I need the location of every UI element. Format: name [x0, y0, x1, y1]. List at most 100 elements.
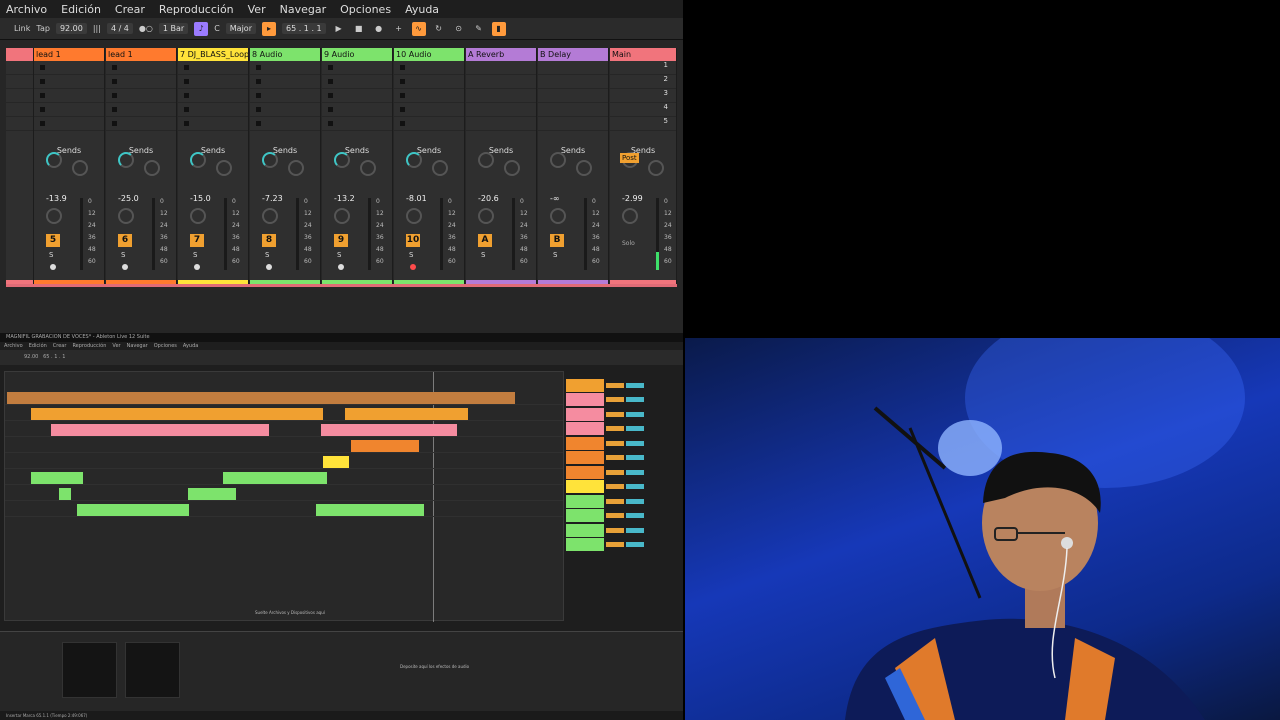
clip-stop-icon[interactable] [40, 107, 45, 112]
clip-stop-icon[interactable] [184, 121, 189, 126]
clip-slot[interactable]: 3 [610, 89, 676, 103]
pan-knob[interactable] [478, 208, 494, 224]
clip-slot[interactable] [106, 75, 176, 89]
volume-slider[interactable] [606, 411, 624, 417]
daw-tempo[interactable]: 92.00 [24, 354, 38, 360]
clip-stop-icon[interactable] [256, 107, 261, 112]
track-activator-button[interactable]: A [478, 234, 492, 247]
scale-select[interactable]: Major [225, 23, 256, 34]
clip-stop-icon[interactable] [40, 65, 45, 70]
track-name-chip[interactable] [566, 523, 604, 537]
volume-readout[interactable]: -20.6 [478, 194, 499, 203]
send-b-knob[interactable] [144, 160, 160, 176]
clip-slot[interactable]: 4 [610, 103, 676, 117]
volume-slider[interactable] [606, 455, 624, 461]
clip-stop-icon[interactable] [112, 93, 117, 98]
track-header[interactable]: lead 1 [106, 48, 176, 61]
clip-slot[interactable] [538, 103, 608, 117]
clip-stop-icon[interactable] [112, 79, 117, 84]
send-a-knob[interactable] [262, 152, 278, 168]
clip-slot[interactable] [178, 89, 248, 103]
time-signature[interactable]: 4 / 4 [106, 23, 133, 34]
clip-slot[interactable] [6, 89, 33, 103]
volume-slider[interactable] [606, 397, 624, 403]
daw-menu-item[interactable]: Edición [29, 342, 47, 350]
pan-slider[interactable] [626, 440, 644, 446]
track-activator-button[interactable]: 6 [118, 234, 132, 247]
track-header[interactable]: B Delay [538, 48, 608, 61]
send-a-knob[interactable] [478, 152, 494, 168]
daw-menu-item[interactable]: Archivo [4, 342, 23, 350]
clip-slot[interactable]: 5 [610, 117, 676, 131]
clip-stop-icon[interactable] [400, 79, 405, 84]
key-select[interactable]: C [214, 24, 220, 33]
menu-archivo[interactable]: Archivo [6, 3, 47, 16]
menu-reproduccion[interactable]: Reproducción [159, 3, 234, 16]
scene-number[interactable]: 2 [664, 75, 668, 83]
track-header[interactable]: 9 Audio [322, 48, 392, 61]
clip-stop-icon[interactable] [400, 121, 405, 126]
clip-slot[interactable] [34, 103, 104, 117]
send-b-knob[interactable] [576, 160, 592, 176]
pan-slider[interactable] [626, 527, 644, 533]
send-a-knob[interactable] [46, 152, 62, 168]
daw-menu-item[interactable]: Ayuda [183, 342, 198, 350]
arrangement-clip[interactable] [351, 440, 419, 452]
clip-slot[interactable] [34, 117, 104, 131]
song-position[interactable]: 65 . 1 . 1 [282, 23, 326, 34]
scene-number[interactable]: 5 [664, 117, 668, 125]
track-name-chip[interactable] [566, 451, 604, 465]
pan-slider[interactable] [626, 426, 644, 432]
solo-button[interactable]: S [553, 251, 557, 259]
clip-slot[interactable] [34, 89, 104, 103]
arrangement-clip[interactable] [316, 504, 424, 516]
arrangement-clip[interactable] [31, 472, 83, 484]
clip-slot[interactable] [322, 75, 392, 89]
menu-ayuda[interactable]: Ayuda [405, 3, 439, 16]
pan-slider[interactable] [626, 455, 644, 461]
clip-slot[interactable] [6, 61, 33, 75]
pan-slider[interactable] [626, 484, 644, 490]
follow-icon[interactable]: ▸ [262, 21, 276, 36]
clip-stop-icon[interactable] [328, 65, 333, 70]
track-header[interactable]: 8 Audio [250, 48, 320, 61]
daw-position[interactable]: 65 . 1 . 1 [43, 354, 65, 360]
loop-icon[interactable]: ↻ [432, 22, 446, 36]
clip-slot[interactable] [178, 117, 248, 131]
clip-slot[interactable] [394, 103, 464, 117]
arrangement-clip[interactable] [7, 392, 515, 404]
arrangement-clip[interactable] [321, 424, 457, 436]
track-header[interactable]: lead 1 [34, 48, 104, 61]
post-button[interactable]: Post [620, 153, 639, 163]
pan-knob[interactable] [622, 208, 638, 224]
arrangement-clip[interactable] [31, 408, 323, 420]
arrangement-clip[interactable] [51, 424, 269, 436]
solo-mode-label[interactable]: Solo [622, 240, 635, 247]
pan-slider[interactable] [626, 382, 644, 388]
arrangement-clip[interactable] [223, 472, 327, 484]
track-name-chip[interactable] [566, 538, 604, 552]
clip-slot[interactable] [178, 103, 248, 117]
clip-stop-icon[interactable] [40, 79, 45, 84]
clip-slot[interactable] [466, 89, 536, 103]
pan-knob[interactable] [334, 208, 350, 224]
arrangement-lane[interactable] [5, 456, 563, 469]
arrangement-lane[interactable] [5, 488, 563, 501]
play-icon[interactable]: ▶ [332, 22, 346, 36]
send-b-knob[interactable] [504, 160, 520, 176]
menu-ver[interactable]: Ver [248, 3, 266, 16]
track-name-chip[interactable] [566, 393, 604, 407]
metronome-toggle-icon[interactable]: ●○ [139, 24, 153, 33]
volume-slider[interactable] [606, 426, 624, 432]
volume-slider[interactable] [606, 382, 624, 388]
arrangement-clip[interactable] [345, 408, 468, 420]
clip-slot[interactable] [394, 89, 464, 103]
clip-stop-icon[interactable] [112, 121, 117, 126]
clip-slot[interactable] [34, 75, 104, 89]
record-icon[interactable]: ● [372, 22, 386, 36]
clip-slot[interactable] [538, 89, 608, 103]
daw-menu-item[interactable]: Opciones [154, 342, 177, 350]
overdub-icon[interactable]: + [392, 22, 406, 36]
volume-slider[interactable] [606, 527, 624, 533]
automation-arm-icon[interactable]: ∿ [411, 21, 426, 36]
